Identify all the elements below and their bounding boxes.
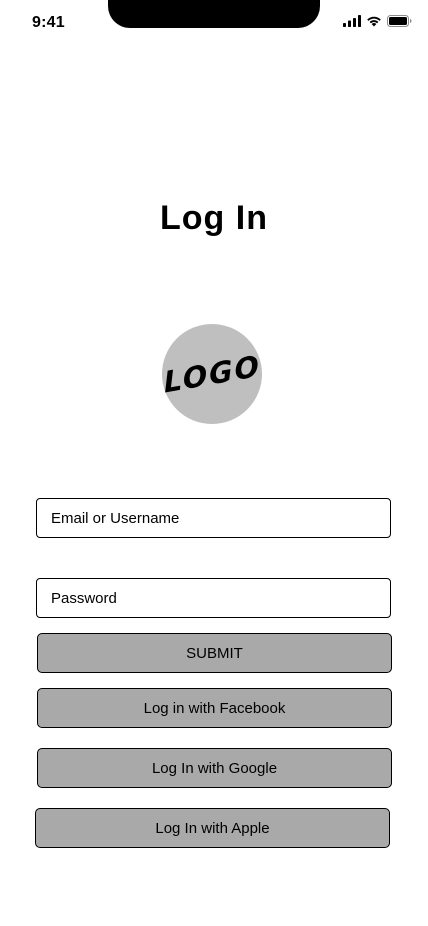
google-login-button[interactable]: Log In with Google [37, 748, 392, 788]
status-icons [343, 15, 412, 27]
email-field[interactable] [36, 498, 391, 538]
logo-text: LOGO [162, 348, 262, 400]
device-notch [108, 0, 320, 28]
apple-login-button[interactable]: Log In with Apple [35, 808, 390, 848]
wifi-icon [366, 15, 382, 27]
signal-icon [343, 15, 361, 27]
status-time: 9:41 [32, 14, 65, 31]
battery-icon [387, 15, 412, 27]
password-field[interactable] [36, 578, 391, 618]
logo: LOGO [162, 324, 262, 424]
page-title: Log In [160, 199, 268, 237]
facebook-login-button[interactable]: Log in with Facebook [37, 688, 392, 728]
submit-button[interactable]: SUBMIT [37, 633, 392, 673]
